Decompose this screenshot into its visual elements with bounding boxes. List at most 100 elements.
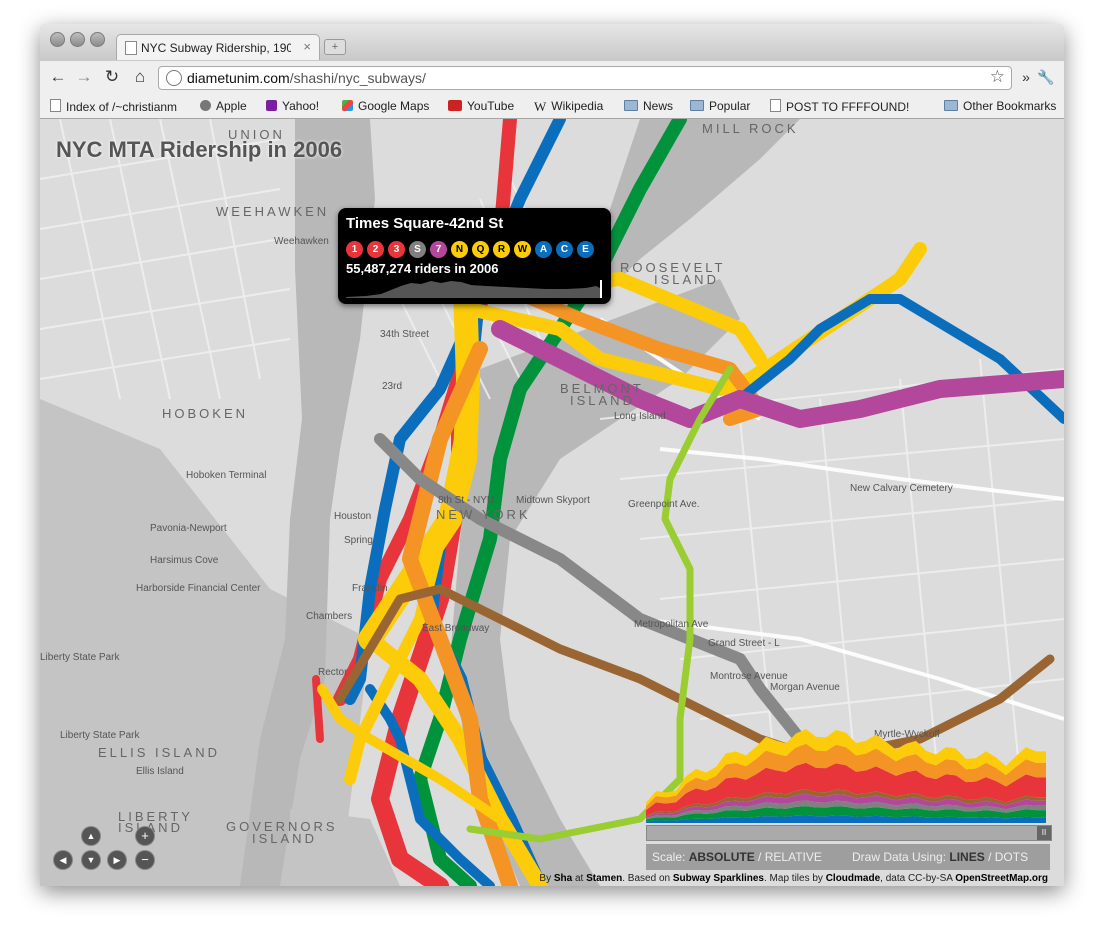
pan-up-button[interactable]: ▲ [82, 827, 100, 845]
display-settings: Scale: ABSOLUTE / RELATIVE Draw Data Usi… [646, 844, 1050, 870]
scale-relative-option[interactable]: RELATIVE [765, 850, 822, 864]
map-label-union: UNION [228, 127, 285, 142]
attribution-author-link[interactable]: Sha [554, 873, 572, 884]
attribution-osm-link[interactable]: OpenStreetMap.org [955, 873, 1048, 884]
pan-right-button[interactable]: ▶ [108, 851, 126, 869]
attribution-based: . Based on [622, 873, 671, 884]
folder-icon [690, 100, 704, 111]
draw-dots-option[interactable]: DOTS [995, 850, 1028, 864]
timeline-slider[interactable]: II [646, 825, 1052, 841]
bookmark-wikipedia[interactable]: W Wikipedia [534, 99, 603, 113]
tab-nyc-subway[interactable]: NYC Subway Ridership, 1905 × [116, 34, 320, 61]
pause-icon[interactable]: II [1037, 826, 1051, 840]
map-label-morgan: Morgan Avenue [770, 682, 840, 693]
reload-icon[interactable]: ↻ [102, 67, 122, 87]
route-bullet-3: 3 [388, 241, 405, 258]
minimize-window-button[interactable] [70, 32, 85, 47]
browser-window: NYC Subway Ridership, 1905 × + ← → ↻ ⌂ d… [40, 24, 1064, 886]
bookmark-index[interactable]: Index of /~christianm [50, 99, 177, 114]
map-label-weehawken-caps: WEEHAWKEN [216, 204, 330, 219]
map-label-chambers: Chambers [306, 611, 353, 622]
yahoo-icon [266, 100, 277, 111]
folder-icon [624, 100, 638, 111]
map-label-midtown-skyport: Midtown Skyport [516, 495, 590, 506]
attribution-source-link[interactable]: Subway Sparklines [673, 873, 764, 884]
map-label-ellis-island: ELLIS ISLAND [98, 745, 220, 760]
map-label-belmont-island: ISLAND [570, 393, 635, 408]
attribution-stamen-link[interactable]: Stamen [586, 873, 622, 884]
route-bullet-a: A [535, 241, 552, 258]
map-label-rector: Rector [318, 667, 348, 678]
map-label-franklin: Franklin [352, 583, 388, 594]
zoom-out-button[interactable]: − [136, 851, 154, 869]
bookmark-star-icon[interactable]: ☆ [990, 67, 1005, 87]
youtube-icon [448, 100, 462, 111]
map-label-pavonia: Pavonia-Newport [150, 523, 227, 534]
attribution-cloudmade-link[interactable]: Cloudmade [826, 873, 880, 884]
attribution-data: , data CC-by-SA [880, 873, 953, 884]
pan-down-button[interactable]: ▼ [82, 851, 100, 869]
page-icon [50, 99, 61, 112]
bookmark-other[interactable]: Other Bookmarks [944, 99, 1056, 113]
map-label-montrose: Montrose Avenue [710, 671, 788, 682]
map-label-metropolitan: Metropolitan Ave [634, 619, 709, 630]
bookmark-news[interactable]: News [624, 99, 673, 113]
address-bar[interactable]: diametunim.com/shashi/nyc_subways/ ☆ [158, 66, 1012, 90]
home-icon[interactable]: ⌂ [130, 67, 150, 87]
route-bullet-w: W [514, 241, 531, 258]
back-icon[interactable]: ← [48, 67, 68, 87]
route-bullet-q: Q [472, 241, 489, 258]
map-label-mill-rock: MILL ROCK [702, 121, 799, 136]
more-bookmarks-icon[interactable]: » [1016, 67, 1036, 87]
map-label-new-york: NEW YORK [436, 507, 531, 522]
wikipedia-icon: W [534, 99, 547, 114]
bookmark-youtube[interactable]: YouTube [448, 99, 514, 113]
route-bullet-c: C [556, 241, 573, 258]
route-bullet-e: E [577, 241, 594, 258]
close-window-button[interactable] [50, 32, 65, 47]
map-label-8th-st: 8th St - NYU [438, 495, 495, 506]
station-riders: 55,487,274 riders in 2006 [346, 261, 499, 276]
zoom-window-button[interactable] [90, 32, 105, 47]
draw-lines-option[interactable]: LINES [949, 850, 984, 864]
bookmark-apple[interactable]: Apple [200, 99, 247, 113]
map-label-new-calvary: New Calvary Cemetery [850, 483, 953, 494]
scale-absolute-option[interactable]: ABSOLUTE [689, 850, 755, 864]
globe-icon [166, 70, 182, 86]
map-label-liberty-state-park: Liberty State Park [40, 652, 120, 663]
ridership-stream-graph[interactable] [646, 709, 1050, 825]
map-label-long-island: Long Island [614, 411, 666, 422]
bookmark-google-maps[interactable]: Google Maps [342, 99, 429, 113]
map-label-greenpoint: Greenpoint Ave. [628, 499, 700, 510]
wrench-icon[interactable]: 🔧 [1036, 67, 1056, 87]
zoom-in-button[interactable]: + [136, 827, 154, 845]
folder-icon [944, 100, 958, 111]
map-label-liberty-state-park-2: Liberty State Park [60, 730, 140, 741]
map-label-harborside: Harborside Financial Center [136, 583, 261, 594]
station-sparkline [346, 280, 602, 298]
attribution-tiles: . Map tiles by [764, 873, 823, 884]
stream-layers [646, 729, 1046, 823]
map-label-23rd: 23rd [382, 381, 403, 392]
close-tab-icon[interactable]: × [303, 39, 311, 54]
forward-icon[interactable]: → [74, 67, 94, 87]
map-label-east-broadway: East Broadway [422, 623, 490, 634]
bookmark-popular[interactable]: Popular [690, 99, 750, 113]
route-bullet-1: 1 [346, 241, 363, 258]
page-icon [125, 41, 137, 55]
pan-left-button[interactable]: ◀ [54, 851, 72, 869]
route-bullet-n: N [451, 241, 468, 258]
new-tab-button[interactable]: + [324, 39, 346, 55]
route-bullet-s: S [409, 241, 426, 258]
attribution: By Sha at Stamen. Based on Subway Sparkl… [539, 873, 1048, 884]
map-label-governors-island: ISLAND [252, 831, 317, 846]
scale-label: Scale: [652, 850, 686, 864]
bookmark-yahoo[interactable]: Yahoo! [266, 99, 319, 113]
map-navigation-controls: ▲ ◀ ▼ ▶ + − [54, 827, 164, 877]
bookmark-ffffound[interactable]: POST TO FFFFOUND! [770, 99, 909, 114]
title-bar: NYC Subway Ridership, 1905 × + [40, 24, 1064, 61]
map-label-weehawken: Weehawken [274, 236, 329, 247]
line-bullets: 123S7NQRWACE [346, 239, 598, 258]
url-host: diametunim.com [187, 70, 290, 86]
map-label-hoboken: HOBOKEN [162, 406, 249, 421]
